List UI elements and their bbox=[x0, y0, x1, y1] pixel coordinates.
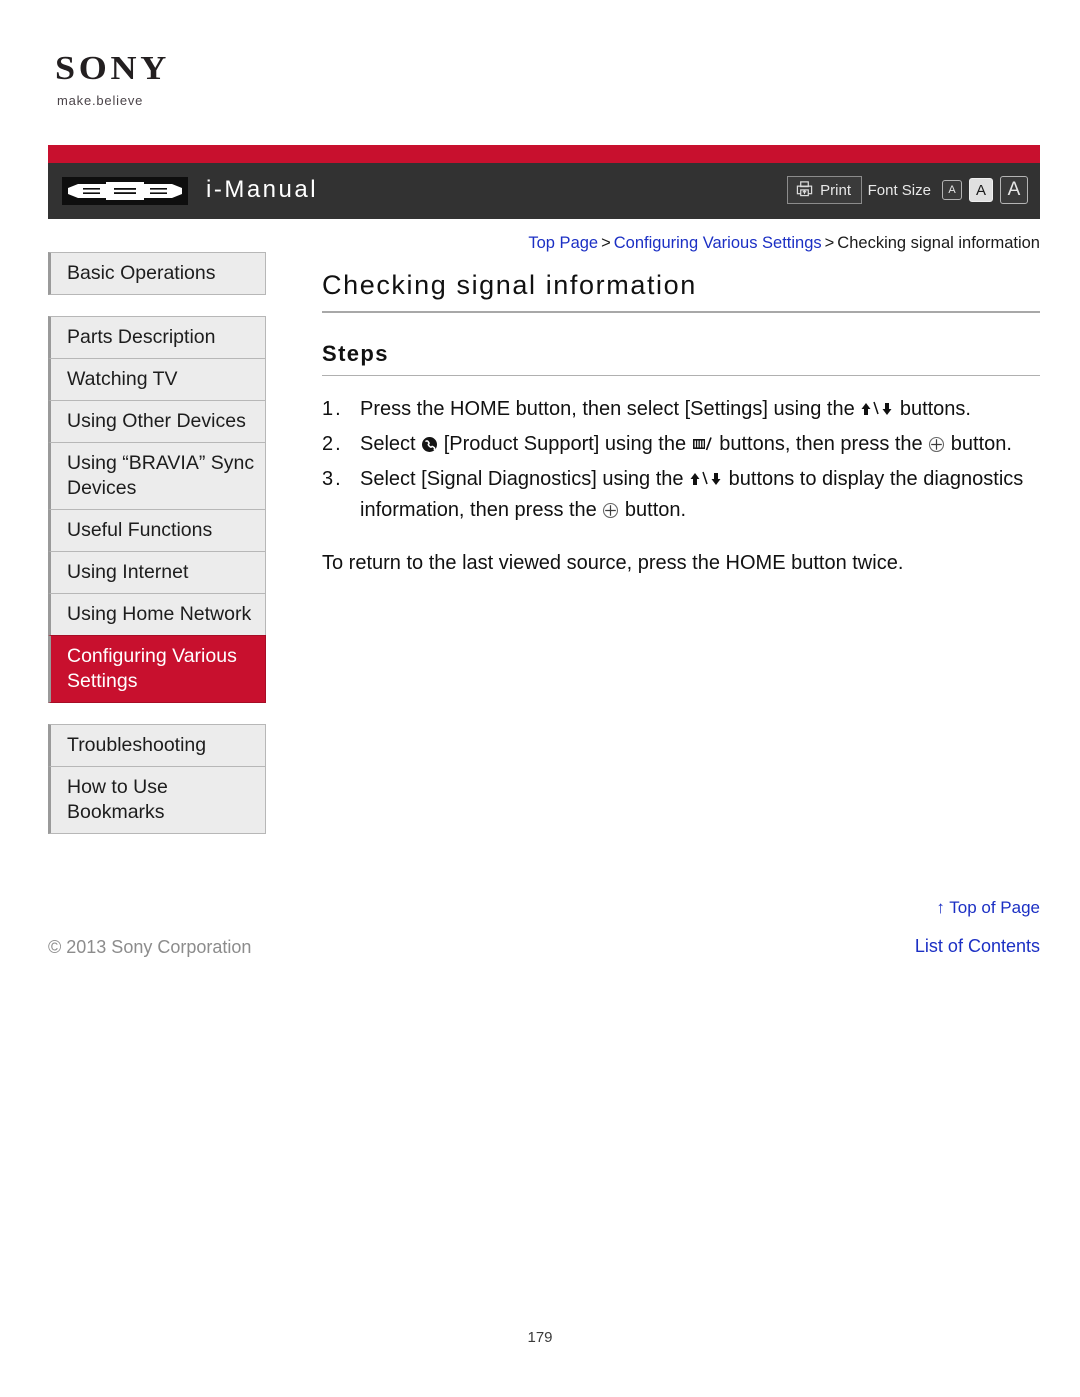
sidebar-item-basic-operations[interactable]: Basic Operations bbox=[48, 252, 266, 295]
sony-wordmark: SONY bbox=[55, 50, 170, 87]
breadcrumb-current: Checking signal information bbox=[837, 234, 1040, 252]
step-item: 2. Select [Product Support] using the but… bbox=[322, 429, 1040, 460]
up-down-arrows-icon bbox=[860, 401, 894, 417]
font-size-controls: Font Size A A A bbox=[868, 176, 1028, 204]
sidebar-nav: Basic Operations Parts Description Watchin… bbox=[48, 252, 266, 834]
sidebar-item-configuring-various-settings[interactable]: Configuring Various Settings bbox=[48, 635, 266, 703]
step-text: Select [Signal Diagnostics] using the bu… bbox=[360, 468, 1024, 521]
print-button[interactable]: Print bbox=[787, 176, 862, 204]
main-content: Top Page > Configuring Various Settings > Ch… bbox=[322, 232, 1040, 599]
sidebar-item-using-bravia-sync-devices[interactable]: Using “BRAVIA” Sync Devices bbox=[48, 442, 266, 510]
sidebar-item-watching-tv[interactable]: Watching TV bbox=[48, 358, 266, 401]
sidebar-item-label: Troubleshooting bbox=[67, 734, 207, 756]
numeric-slash-icon bbox=[692, 436, 714, 452]
breadcrumb-link[interactable]: Top Page bbox=[528, 234, 598, 252]
copyright-text: © 2013 Sony Corporation bbox=[48, 937, 252, 957]
sidebar-item-label: Basic Operations bbox=[67, 262, 216, 284]
sidebar-item-label: Using Other Devices bbox=[67, 410, 246, 432]
top-of-page-link[interactable]: ↑ Top of Page bbox=[936, 898, 1040, 918]
manual-page: SONY make.believe i-Manual Print Font Si… bbox=[0, 0, 1080, 1397]
section-heading-steps: Steps bbox=[322, 341, 1040, 376]
sidebar-item-how-to-use-bookmarks[interactable]: How to Use Bookmarks bbox=[48, 766, 266, 834]
breadcrumb: Top Page > Configuring Various Settings > Ch… bbox=[322, 232, 1040, 254]
step-number: 2. bbox=[322, 433, 343, 455]
page-number: 179 bbox=[527, 1329, 553, 1346]
page-title: Checking signal information bbox=[322, 270, 1040, 313]
sidebar-item-label: Useful Functions bbox=[67, 519, 213, 541]
sidebar-item-using-home-network[interactable]: Using Home Network bbox=[48, 593, 266, 636]
product-support-icon bbox=[421, 436, 438, 453]
sony-logo: SONY make.believe bbox=[55, 52, 355, 109]
sidebar-item-parts-description[interactable]: Parts Description bbox=[48, 316, 266, 359]
sidebar-item-label: Watching TV bbox=[67, 368, 178, 390]
sony-tagline: make.believe bbox=[57, 93, 144, 108]
printer-icon bbox=[796, 180, 813, 201]
enter-button-icon bbox=[928, 436, 945, 453]
sidebar-item-label: Configuring Various Settings bbox=[67, 645, 237, 692]
sidebar-item-using-internet[interactable]: Using Internet bbox=[48, 551, 266, 594]
enter-button-icon bbox=[602, 502, 619, 519]
step-item: 3. Select [Signal Diagnostics] using the … bbox=[322, 464, 1040, 526]
sidebar-group-divider bbox=[48, 702, 266, 724]
up-down-arrows-icon bbox=[689, 471, 723, 487]
list-of-contents-link[interactable]: List of Contents bbox=[915, 936, 1040, 957]
font-size-small-button[interactable]: A bbox=[942, 180, 962, 200]
font-size-label: Font Size bbox=[867, 181, 931, 199]
sidebar-item-label: Using Home Network bbox=[67, 603, 252, 625]
sidebar-item-troubleshooting[interactable]: Troubleshooting bbox=[48, 724, 266, 767]
font-size-medium-button[interactable]: A bbox=[969, 178, 993, 202]
breadcrumb-separator: > bbox=[601, 234, 611, 252]
sidebar-item-label: Parts Description bbox=[67, 326, 216, 348]
step-text: Select [Product Support] using the butto… bbox=[360, 433, 1012, 455]
up-arrow-icon: ↑ bbox=[936, 898, 950, 917]
step-number: 3. bbox=[322, 468, 343, 490]
sidebar-item-label: How to Use Bookmarks bbox=[67, 776, 168, 823]
return-note: To return to the last viewed source, pre… bbox=[322, 552, 904, 574]
sidebar-item-label: Using Internet bbox=[67, 561, 189, 583]
breadcrumb-link[interactable]: Configuring Various Settings bbox=[614, 234, 822, 252]
app-header: i-Manual Print Font Size A A A bbox=[48, 163, 1040, 219]
step-text: Press the HOME button, then select [Sett… bbox=[360, 398, 971, 420]
step-item: 1. Press the HOME button, then select [Se… bbox=[322, 394, 1040, 425]
steps-list: 1. Press the HOME button, then select [Se… bbox=[322, 394, 1040, 526]
breadcrumb-separator: > bbox=[824, 234, 835, 252]
app-title: i-Manual bbox=[206, 176, 319, 203]
font-size-large-button[interactable]: A bbox=[1000, 176, 1028, 204]
top-of-page-label: Top of Page bbox=[949, 898, 1040, 917]
sidebar-group-divider bbox=[48, 294, 266, 316]
red-accent-bar bbox=[48, 145, 1040, 163]
sidebar-item-useful-functions[interactable]: Useful Functions bbox=[48, 509, 266, 552]
print-button-label: Print bbox=[820, 181, 851, 199]
imanual-logo-icon bbox=[62, 177, 188, 205]
step-number: 1. bbox=[322, 398, 343, 420]
sidebar-item-using-other-devices[interactable]: Using Other Devices bbox=[48, 400, 266, 443]
sidebar-item-label: Using “BRAVIA” Sync Devices bbox=[67, 452, 255, 499]
